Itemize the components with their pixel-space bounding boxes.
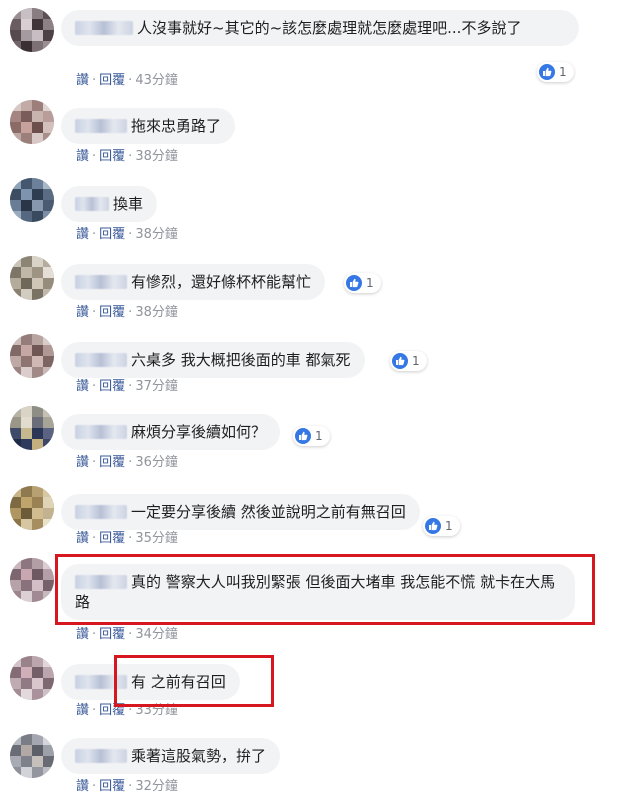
comment-actions: 讚 · 回覆 · 37分鐘 [76, 379, 178, 394]
like-link[interactable]: 讚 [76, 149, 89, 164]
thumbs-up-icon [295, 428, 311, 444]
commenter-name[interactable] [75, 275, 127, 289]
like-link[interactable]: 讚 [76, 627, 89, 642]
avatar[interactable] [10, 334, 54, 378]
avatar[interactable] [10, 656, 54, 700]
reply-link[interactable]: 回覆 [99, 227, 125, 242]
comment-timestamp[interactable]: 34分鐘 [135, 627, 178, 642]
comment-actions: 讚 · 回覆 · 32分鐘 [76, 779, 178, 794]
comment-bubble: 六桌多 我大概把後面的車 都氣死 [61, 342, 365, 378]
reaction-count[interactable]: 1 [344, 273, 381, 293]
commenter-name[interactable] [75, 353, 127, 367]
like-link[interactable]: 讚 [76, 455, 89, 470]
commenter-name[interactable] [75, 425, 127, 439]
comment-timestamp[interactable]: 38分鐘 [135, 149, 178, 164]
reaction-count-value: 1 [366, 276, 374, 290]
reply-link[interactable]: 回覆 [99, 455, 125, 470]
comment-text: 六桌多 我大概把後面的車 都氣死 [131, 351, 351, 369]
comment-actions: 讚 · 回覆 · 43分鐘 [76, 73, 178, 88]
thumbs-up-icon [539, 64, 555, 80]
avatar[interactable] [10, 178, 54, 222]
like-link[interactable]: 讚 [76, 227, 89, 242]
reply-link[interactable]: 回覆 [99, 379, 125, 394]
reaction-count-value: 1 [412, 354, 420, 368]
comment-text: 人沒事就好~其它的~該怎麼處理就怎麼處理吧...不多說了 [137, 19, 522, 37]
reply-link[interactable]: 回覆 [99, 531, 125, 546]
reaction-count-value: 1 [559, 65, 567, 79]
comment-bubble: 麻煩分享後續如何？ [61, 414, 281, 450]
comment-text: 一定要分享後續 然後並說明之前有無召回 [131, 503, 406, 521]
thumbs-up-icon [346, 275, 362, 291]
commenter-name[interactable] [75, 505, 127, 519]
reply-link[interactable]: 回覆 [99, 305, 125, 320]
like-link[interactable]: 讚 [76, 703, 89, 718]
comment-text: 麻煩分享後續如何？ [131, 423, 267, 441]
comment-actions: 讚 · 回覆 · 38分鐘 [76, 227, 178, 242]
comment-text: 乘著這股氣勢，拚了 [131, 747, 267, 765]
avatar[interactable] [10, 8, 54, 52]
avatar[interactable] [10, 734, 54, 778]
comment-timestamp[interactable]: 43分鐘 [135, 73, 178, 88]
avatar[interactable] [10, 558, 54, 602]
reaction-count[interactable]: 1 [537, 62, 574, 82]
comment-timestamp[interactable]: 37分鐘 [135, 379, 178, 394]
reply-link[interactable]: 回覆 [99, 779, 125, 794]
commenter-name[interactable] [75, 119, 127, 133]
comment-actions: 讚 · 回覆 · 34分鐘 [76, 627, 178, 642]
reply-link[interactable]: 回覆 [99, 149, 125, 164]
comment-timestamp[interactable]: 35分鐘 [135, 531, 178, 546]
highlight-box-comment [55, 554, 595, 625]
commenter-name[interactable] [75, 21, 133, 35]
reaction-count[interactable]: 1 [423, 516, 460, 536]
comment-bubble: 拖來忠勇路了 [61, 108, 236, 144]
comment-bubble: 一定要分享後續 然後並說明之前有無召回 [61, 494, 420, 530]
comment-text: 拖來忠勇路了 [131, 117, 222, 135]
reaction-count[interactable]: 1 [390, 351, 427, 371]
comment-text: 有慘烈，還好條杯杯能幫忙 [131, 273, 312, 291]
commenter-name[interactable] [75, 197, 109, 211]
reaction-count[interactable]: 1 [293, 426, 330, 446]
avatar[interactable] [10, 486, 54, 530]
avatar[interactable] [10, 100, 54, 144]
comment-timestamp[interactable]: 36分鐘 [135, 455, 178, 470]
like-link[interactable]: 讚 [76, 531, 89, 546]
comment-bubble: 有慘烈，還好條杯杯能幫忙 [61, 264, 326, 300]
reaction-count-value: 1 [315, 429, 323, 443]
like-link[interactable]: 讚 [76, 73, 89, 88]
comment-actions: 讚 · 回覆 · 38分鐘 [76, 305, 178, 320]
comment-timestamp[interactable]: 38分鐘 [135, 227, 178, 242]
like-link[interactable]: 讚 [76, 305, 89, 320]
comment-bubble: 乘著這股氣勢，拚了 [61, 738, 281, 774]
like-link[interactable]: 讚 [76, 379, 89, 394]
commenter-name[interactable] [75, 749, 127, 763]
thumbs-up-icon [425, 518, 441, 534]
comment-actions: 讚 · 回覆 · 36分鐘 [76, 455, 178, 470]
comment-actions: 讚 · 回覆 · 38分鐘 [76, 149, 178, 164]
comment-timestamp[interactable]: 38分鐘 [135, 305, 178, 320]
thumbs-up-icon [392, 353, 408, 369]
avatar[interactable] [10, 406, 54, 450]
comment-text: 換車 [113, 195, 144, 213]
comment-bubble: 換車 [61, 186, 158, 222]
comment-bubble: 人沒事就好~其它的~該怎麼處理就怎麼處理吧...不多說了 [61, 10, 579, 46]
reply-link[interactable]: 回覆 [99, 627, 125, 642]
avatar[interactable] [10, 256, 54, 300]
comment-actions: 讚 · 回覆 · 35分鐘 [76, 531, 178, 546]
reply-link[interactable]: 回覆 [99, 73, 125, 88]
reaction-count-value: 1 [445, 519, 453, 533]
like-link[interactable]: 讚 [76, 779, 89, 794]
highlight-box-reply [114, 655, 274, 707]
comment-timestamp[interactable]: 32分鐘 [135, 779, 178, 794]
